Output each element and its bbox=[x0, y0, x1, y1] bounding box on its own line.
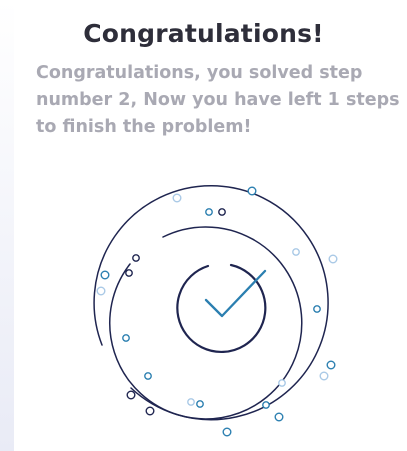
orbit-dot bbox=[292, 248, 300, 256]
success-illustration bbox=[93, 184, 338, 437]
outer-ring bbox=[93, 184, 329, 421]
orbit-dot bbox=[262, 401, 270, 409]
orbit-dot bbox=[145, 406, 155, 416]
orbit-dot bbox=[205, 208, 213, 216]
orbit-dot bbox=[172, 193, 182, 203]
orbit-dot bbox=[126, 390, 136, 400]
congratulations-dialog: Congratulations! Congratulations, you so… bbox=[0, 0, 407, 451]
dialog-message: Congratulations, you solved step number … bbox=[36, 63, 400, 137]
orbit-dot bbox=[132, 254, 140, 262]
orbit-dot bbox=[274, 412, 284, 422]
inner-circle bbox=[176, 263, 267, 353]
orbit-dot bbox=[96, 286, 106, 296]
orbit-dot bbox=[222, 427, 232, 437]
orbit-dot bbox=[319, 371, 329, 381]
orbit-dot bbox=[100, 270, 110, 280]
dialog-title: Congratulations! bbox=[83, 19, 324, 48]
check-icon bbox=[204, 269, 267, 318]
left-edge-shade bbox=[0, 0, 14, 451]
orbit-dot bbox=[144, 372, 152, 380]
orbit-dot bbox=[218, 208, 226, 216]
orbit-dot bbox=[247, 186, 257, 196]
orbit-dot bbox=[196, 400, 204, 408]
orbit-dot bbox=[326, 360, 336, 370]
orbit-dot bbox=[313, 305, 321, 313]
orbit-dot bbox=[278, 379, 286, 387]
orbit-dot bbox=[125, 269, 133, 277]
orbit-dot bbox=[122, 334, 130, 342]
orbit-dot bbox=[187, 398, 195, 406]
orbit-rings bbox=[93, 184, 329, 421]
orbit-dot bbox=[328, 254, 338, 264]
